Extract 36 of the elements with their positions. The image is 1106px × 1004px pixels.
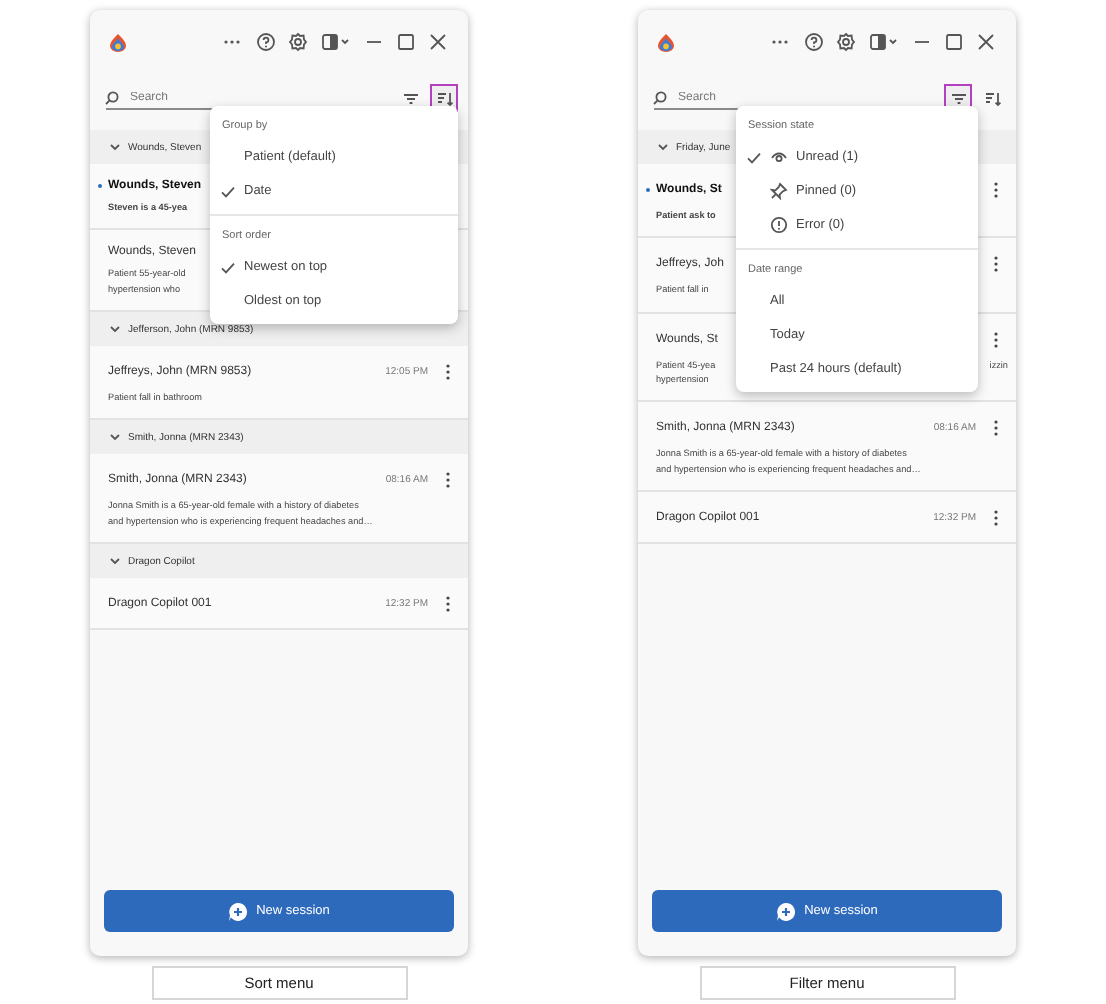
add-chat-icon (228, 901, 249, 921)
filter-icon (949, 89, 967, 107)
more-options-icon[interactable] (992, 508, 1000, 529)
app-logo-icon (656, 32, 676, 52)
more-options-icon[interactable] (444, 362, 452, 383)
panel-icon[interactable] (320, 32, 352, 52)
sort-icon (983, 89, 1001, 107)
close-icon[interactable] (428, 32, 448, 52)
close-icon[interactable] (976, 32, 996, 52)
help-icon[interactable] (804, 32, 824, 52)
panel-icon[interactable] (868, 32, 900, 52)
maximize-icon[interactable] (396, 32, 416, 52)
chevron-icon (108, 322, 122, 337)
app-logo-icon (108, 32, 128, 52)
chevron-icon (108, 140, 122, 154)
more-options-icon[interactable] (992, 329, 1000, 350)
more-options-icon[interactable] (992, 254, 1000, 275)
pin-icon (770, 182, 788, 200)
chevron-icon (108, 430, 122, 445)
search-icon (104, 90, 120, 106)
chevron-icon (108, 554, 122, 569)
maximize-icon[interactable] (944, 32, 964, 52)
more-options-icon[interactable] (444, 470, 452, 491)
chevron-icon (656, 140, 670, 154)
more-options-icon[interactable] (992, 180, 1000, 200)
more-options-icon[interactable] (444, 594, 452, 615)
error-icon (770, 216, 788, 234)
sort-icon (435, 89, 453, 107)
more-options-icon[interactable] (992, 418, 1000, 439)
add-chat-icon (776, 901, 797, 921)
search-icon (652, 90, 668, 106)
settings-icon[interactable] (288, 32, 308, 52)
eye-icon (770, 148, 788, 166)
settings-icon[interactable] (836, 32, 856, 52)
filter-icon (401, 89, 419, 107)
help-icon[interactable] (256, 32, 276, 52)
